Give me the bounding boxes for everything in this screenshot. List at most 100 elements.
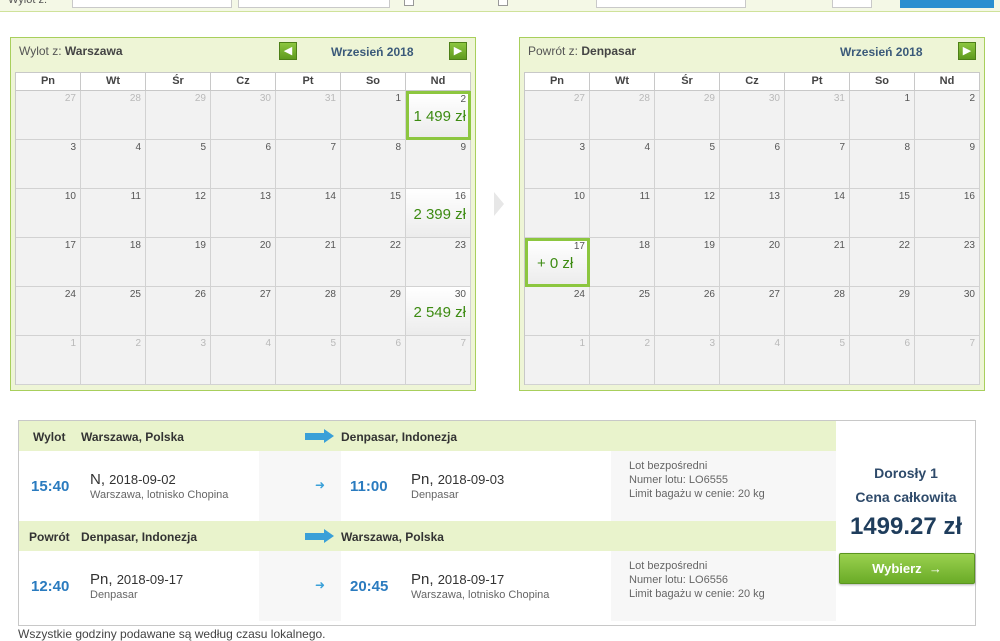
day-number: 27 [573,93,585,104]
calendar-day: 18 [590,238,655,287]
day-number: 10 [573,191,585,202]
calendar-day: 27 [16,91,81,140]
weekday-header: Wt [590,73,655,91]
day-number: 2 [644,338,650,349]
day-number: 25 [638,289,650,300]
total-price-label: Cena całkowita [855,489,957,505]
outbound-leg-details: 15:40 N, 2018-09-02 Warszawa, lotnisko C… [19,451,836,521]
calendar-day: 25 [590,287,655,336]
day-number: 29 [703,93,715,104]
day-number: 16 [963,191,975,202]
return-dep-time: 12:40 [31,578,70,595]
day-price: 2 549 zł [413,304,466,321]
prev-month-button[interactable]: ◀ [279,42,297,60]
return-arr-place: Warszawa, lotnisko Chopina [411,589,550,601]
weekday-header: Nd [915,73,980,91]
change-search-button[interactable] [900,0,994,8]
outbound-calendar: Wylot z: Warszawa ◀ Wrzesień 2018 ▶ Pn Wt… [10,37,476,391]
day-number: 21 [324,240,336,251]
day-number: 6 [774,142,780,153]
day-number: 1 [70,338,76,349]
return-flight-info: Lot bezpośredni Numer lotu: LO6556 Limit… [629,559,765,601]
calendar-day: 17 [16,238,81,287]
outbound-leg-header: Wylot Warszawa, Polska Denpasar, Indonez… [19,421,836,451]
return-checkbox[interactable] [498,0,508,6]
day-number: 27 [64,93,76,104]
search-from-input[interactable] [72,0,232,8]
calendar-day: 30 [211,91,276,140]
one-way-checkbox[interactable] [404,0,414,6]
calendar-day-priced[interactable]: 2 1 499 zł [406,91,471,140]
day-number: 9 [969,142,975,153]
day-number: 15 [389,191,401,202]
day-number: 23 [454,240,466,251]
choose-button[interactable]: Wybierz → [839,553,975,584]
outbound-dep-time: 15:40 [31,478,70,495]
outbound-kind: Wylot [33,430,66,444]
calendar-day: 5 [785,336,850,385]
calendar-day: 10 [16,189,81,238]
day-number: 24 [64,289,76,300]
calendar-day: 18 [81,238,146,287]
arrow-right-icon [305,429,335,443]
outbound-dep-date: N, 2018-09-02 [90,471,176,488]
day-number: 23 [963,240,975,251]
weekday-header: So [341,73,406,91]
calendar-day: 28 [81,91,146,140]
day-price: 1 499 zł [413,108,466,125]
calendar-day: 8 [850,140,915,189]
return-calendar: Powrót z: Denpasar Wrzesień 2018 ▶ Pn Wt Ś… [519,37,985,391]
return-from-label: Powrót z: Denpasar [528,44,637,58]
return-month-label: Wrzesień 2018 [840,45,923,59]
day-number: 5 [330,338,336,349]
day-number: 20 [259,240,271,251]
passengers-input[interactable] [832,0,872,8]
day-number: 5 [709,142,715,153]
day-number: 11 [639,191,650,202]
day-number: 6 [395,338,401,349]
calendar-day: 29 [146,91,211,140]
calendar-day: 29 [850,287,915,336]
day-number: 14 [324,191,336,202]
day-number: 7 [839,142,845,153]
return-origin: Denpasar, Indonezja [81,530,198,544]
day-number: 24 [573,289,585,300]
calendar-day: 27 [720,287,785,336]
outbound-flight-info: Lot bezpośredni Numer lotu: LO6555 Limit… [629,459,765,501]
next-month-button[interactable]: ▶ [449,42,467,60]
day-number: 18 [129,240,141,251]
return-date-input[interactable] [596,0,746,8]
calendar-day: 23 [915,238,980,287]
weekday-header: Pt [276,73,341,91]
calendar-day-priced[interactable]: 16 2 399 zł [406,189,471,238]
day-number: 4 [644,142,650,153]
return-day-grid: Pn Wt Śr Cz Pt So Nd 27 28 29 30 31 1 2 3 4 5 6 7 8 9 10 11 12 1… [524,72,980,385]
calendar-day: 5 [276,336,341,385]
return-direct: Lot bezpośredni [629,560,708,572]
calendar-day: 2 [81,336,146,385]
calendar-day: 21 [785,238,850,287]
outbound-baggage: Limit bagażu w cenie: 20 kg [629,488,765,500]
day-number: 30 [963,289,975,300]
calendar-day-priced[interactable]: 30 2 549 zł [406,287,471,336]
search-to-input[interactable] [238,0,390,8]
calendar-day: 22 [850,238,915,287]
calendar-day: 16 [915,189,980,238]
flight-result: Wylot Warszawa, Polska Denpasar, Indonez… [18,420,976,626]
calendar-day: 6 [850,336,915,385]
day-number: 3 [70,142,76,153]
calendar-day: 2 [590,336,655,385]
return-next-month-button[interactable]: ▶ [958,42,976,60]
calendar-day: 3 [655,336,720,385]
day-number: 21 [833,240,845,251]
calendar-day-priced[interactable]: 17 + 0 zł [525,238,590,287]
calendar-day: 21 [276,238,341,287]
day-number: 6 [904,338,910,349]
calendar-day: 13 [211,189,276,238]
calendar-day: 19 [655,238,720,287]
day-number: 8 [904,142,910,153]
return-kind: Powrót [29,530,70,544]
day-number: 13 [768,191,780,202]
day-number: 26 [194,289,206,300]
calendar-day: 22 [341,238,406,287]
